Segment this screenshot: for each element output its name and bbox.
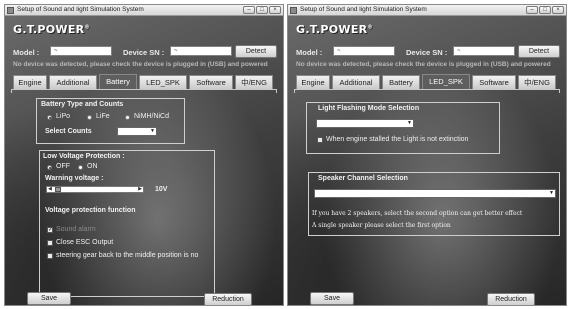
close-button[interactable]: × — [552, 6, 564, 14]
tab-engine[interactable]: Engine — [296, 75, 330, 89]
model-label: Model : — [296, 48, 323, 57]
reduction-button[interactable]: Reduction — [487, 293, 535, 305]
sound-alarm-label: Sound alarm — [56, 226, 96, 233]
select-counts-label: Select Counts — [45, 128, 92, 135]
lv-off-radio[interactable] — [47, 165, 52, 170]
title-bar: Setup of Sound and light Simulation Syst… — [288, 5, 566, 16]
tab-panel-border — [11, 89, 277, 93]
detect-button[interactable]: Detect — [518, 45, 560, 58]
engine-stalled-checkbox[interactable] — [317, 137, 323, 143]
steering-gear-label: steering gear back to the middle positio… — [56, 252, 199, 259]
tab-panel-border — [294, 89, 560, 93]
tab-software[interactable]: Software — [472, 75, 516, 89]
select-counts-dropdown[interactable]: ▼ — [117, 127, 157, 136]
tab-led-spk[interactable]: LED_SPK — [139, 75, 187, 89]
slider-thumb[interactable] — [55, 187, 61, 192]
detect-button[interactable]: Detect — [235, 45, 277, 58]
lv-off-label: OFF — [56, 163, 70, 170]
title-bar: Setup of Sound and light Simulation Syst… — [5, 5, 283, 16]
steering-gear-checkbox[interactable] — [47, 253, 53, 259]
tab-engine[interactable]: Engine — [13, 75, 47, 89]
chevron-down-icon: ▼ — [150, 128, 155, 134]
warning-voltage-label: Warning voltage : — [45, 175, 104, 182]
lipo-radio[interactable] — [47, 115, 52, 120]
life-label: LiFe — [96, 113, 110, 120]
device-notice: No device was detected, please check the… — [296, 61, 551, 68]
tab-language[interactable]: 中/ENG — [235, 75, 273, 89]
engine-stalled-label: When engine stalled the Light is not ext… — [326, 136, 469, 143]
speaker-note-2: A single speaker please select the first… — [312, 222, 451, 229]
light-flashing-title: Light Flashing Mode Selection — [318, 105, 420, 112]
speaker-note-1: If you have 2 speakers, select the secon… — [312, 210, 523, 217]
device-sn-field[interactable]: ~ — [453, 46, 515, 56]
arrow-left-icon[interactable]: ◀ — [48, 186, 52, 192]
model-field[interactable]: ~ — [50, 46, 112, 56]
tab-additional[interactable]: Additional — [49, 75, 97, 89]
window-title: Setup of Sound and light Simulation Syst… — [17, 6, 144, 13]
save-button[interactable]: Save — [310, 292, 354, 305]
tab-language[interactable]: 中/ENG — [518, 75, 556, 89]
lipo-label: LiPo — [56, 113, 71, 120]
protection-function-title: Voltage protection function — [45, 207, 136, 214]
device-sn-field[interactable]: ~ — [170, 46, 232, 56]
warning-voltage-slider[interactable]: ◀ ▶ — [46, 186, 144, 193]
warning-voltage-value: 10V — [155, 186, 168, 193]
chevron-down-icon: ▼ — [407, 120, 412, 126]
lv-on-radio[interactable] — [78, 165, 83, 170]
maximize-button[interactable]: □ — [539, 6, 551, 14]
light-mode-dropdown[interactable]: ▼ — [316, 119, 414, 128]
arrow-right-icon[interactable]: ▶ — [138, 186, 142, 192]
speaker-channel-title: Speaker Channel Selection — [318, 175, 408, 182]
device-notice: No device was detected, please check the… — [13, 61, 268, 68]
sound-alarm-checkbox[interactable]: ✓ — [47, 227, 53, 233]
brand-logo: G.T.POWER® — [296, 23, 373, 36]
life-radio[interactable] — [87, 115, 92, 120]
window-title: Setup of Sound and light Simulation Syst… — [300, 6, 427, 13]
nimh-label: NiMH/NiCd — [134, 113, 169, 120]
device-sn-label: Device SN : — [123, 48, 165, 57]
settings-window-battery: Setup of Sound and light Simulation Syst… — [4, 4, 284, 306]
chevron-down-icon: ▼ — [549, 190, 554, 196]
tab-battery[interactable]: Battery — [382, 75, 420, 89]
tab-additional[interactable]: Additional — [332, 75, 380, 89]
tab-software[interactable]: Software — [189, 75, 233, 89]
close-esc-label: Close ESC Output — [56, 239, 114, 246]
settings-window-led-spk: Setup of Sound and light Simulation Syst… — [287, 4, 567, 306]
car-background-image — [288, 16, 566, 305]
tab-battery[interactable]: Battery — [99, 74, 137, 89]
model-field[interactable]: ~ — [333, 46, 395, 56]
maximize-button[interactable]: □ — [256, 6, 268, 14]
battery-type-title: Battery Type and Counts — [41, 101, 124, 108]
speaker-channel-dropdown[interactable]: ▼ — [314, 189, 556, 198]
nimh-radio[interactable] — [125, 115, 130, 120]
device-sn-label: Device SN : — [406, 48, 448, 57]
reduction-button[interactable]: Reduction — [204, 293, 252, 305]
app-icon — [290, 7, 297, 14]
low-voltage-group — [39, 150, 215, 297]
minimize-button[interactable]: – — [243, 6, 255, 14]
low-voltage-title: Low Voltage Protection : — [43, 153, 125, 160]
tab-led-spk[interactable]: LED_SPK — [422, 74, 470, 89]
close-button[interactable]: × — [269, 6, 281, 14]
save-button[interactable]: Save — [27, 292, 71, 305]
lv-on-label: ON — [87, 163, 98, 170]
app-icon — [7, 7, 14, 14]
model-label: Model : — [13, 48, 40, 57]
minimize-button[interactable]: – — [526, 6, 538, 14]
brand-logo: G.T.POWER® — [13, 23, 90, 36]
close-esc-checkbox[interactable] — [47, 240, 53, 246]
